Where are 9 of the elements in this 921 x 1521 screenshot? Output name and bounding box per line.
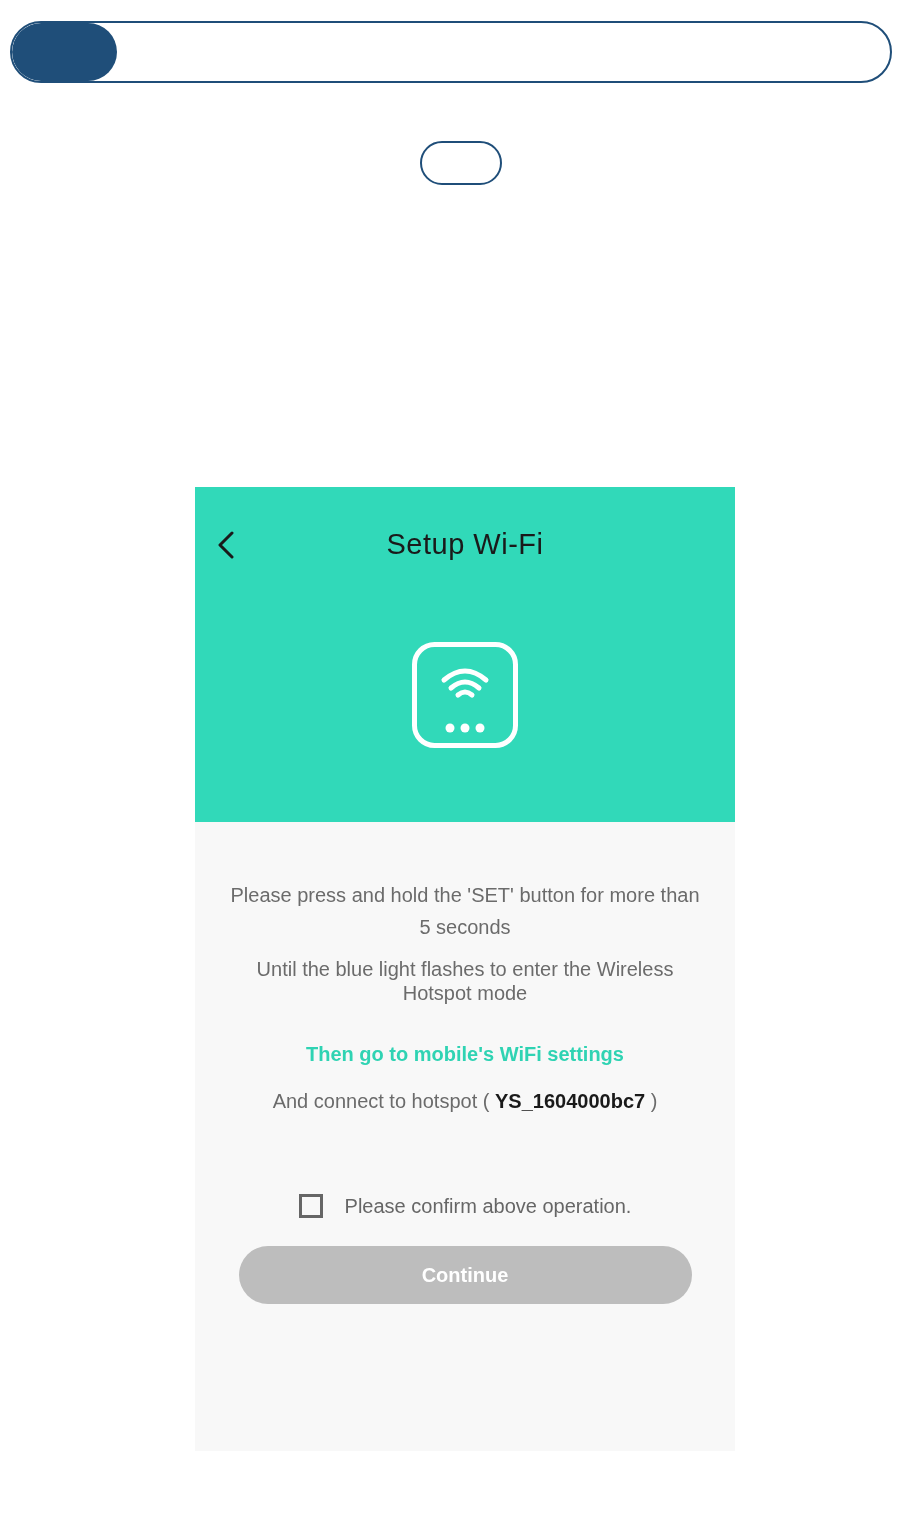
confirm-label: Please confirm above operation.	[344, 1194, 632, 1218]
instruction-text: Please press and hold the 'SET' button for more than 5 seconds	[230, 883, 700, 940]
wifi-device-icon	[412, 642, 518, 748]
screen-title: Setup Wi-Fi	[386, 527, 544, 563]
hotspot-text: And connect to hotspot ( YS_1604000bc7 )	[272, 1089, 658, 1113]
confirm-checkbox[interactable]	[298, 1194, 323, 1218]
instruction-text: Until the blue light flashes to enter the Wireless Hotspot mode	[255, 957, 675, 1005]
back-chevron-icon	[217, 531, 235, 559]
wifi-settings-link[interactable]: Then go to mobile's WiFi settings	[306, 1042, 624, 1066]
